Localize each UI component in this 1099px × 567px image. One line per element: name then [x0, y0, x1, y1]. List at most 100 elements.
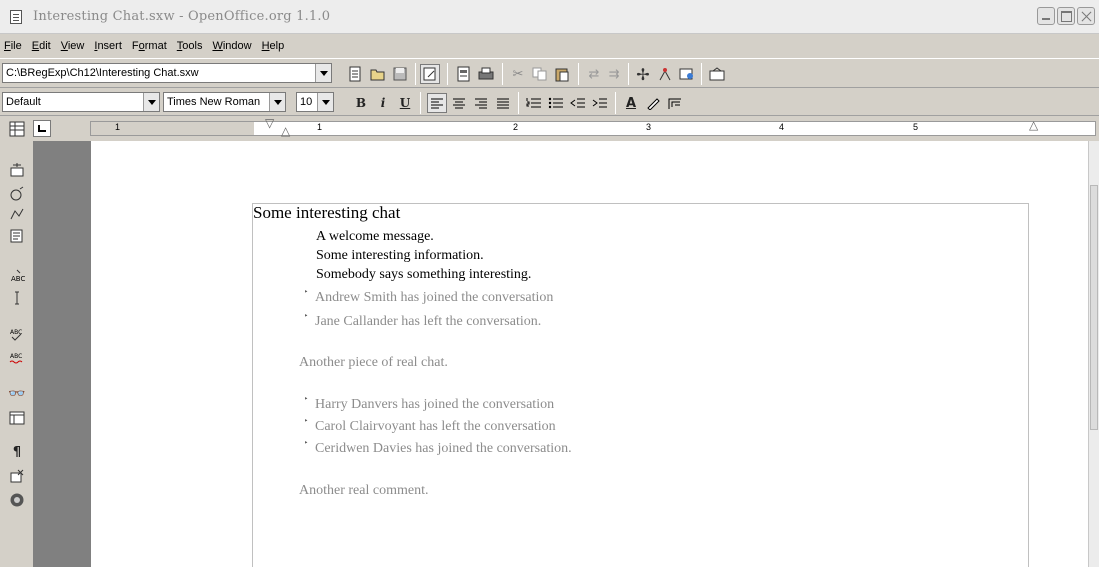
scrollbar-thumb[interactable]: [1090, 185, 1098, 430]
export-pdf-icon[interactable]: [454, 64, 474, 84]
minimize-icon[interactable]: [1037, 7, 1055, 25]
object-bar: B i U A: [0, 90, 1099, 116]
ruler-number: 5: [913, 122, 919, 132]
bullet-marker-icon: ‣: [304, 288, 309, 296]
menu-edit[interactable]: Edit: [32, 40, 51, 52]
data-sources-panel-icon[interactable]: [7, 409, 27, 427]
system-message[interactable]: Harry Danvers has joined the conversatio…: [315, 395, 554, 414]
bullets-icon[interactable]: [546, 93, 566, 113]
highlighting-icon[interactable]: [643, 93, 663, 113]
text-cursor-icon[interactable]: [7, 289, 27, 307]
menu-help[interactable]: Help: [262, 40, 285, 52]
menu-insert[interactable]: Insert: [94, 40, 122, 52]
horizontal-ruler[interactable]: 1 ▽ △ 1 2 3 4 5 △: [90, 116, 1096, 138]
menu-tools[interactable]: Tools: [177, 40, 203, 52]
ruler-number: 4: [779, 122, 785, 132]
align-left-icon[interactable]: [427, 93, 447, 113]
new-document-icon[interactable]: [346, 64, 366, 84]
spellcheck-icon[interactable]: ABC: [7, 325, 27, 343]
copy-icon[interactable]: [530, 64, 550, 84]
main-toolbar: ABC ABC ABC 👓 ¶: [0, 141, 33, 567]
toolbar-toggle-icon[interactable]: [9, 121, 27, 138]
numbering-icon[interactable]: [524, 93, 544, 113]
document-path-combobox[interactable]: [2, 63, 332, 83]
find-replace-icon[interactable]: 👓: [7, 385, 27, 403]
document-line[interactable]: A welcome message.: [316, 227, 434, 246]
document-line[interactable]: Some interesting information.: [316, 246, 484, 265]
vertical-scrollbar[interactable]: [1088, 141, 1099, 567]
left-margin-marker-icon[interactable]: △: [281, 124, 290, 138]
insert-fields-icon[interactable]: [7, 185, 27, 203]
system-message[interactable]: Carol Clairvoyant has left the conversat…: [315, 417, 556, 436]
increase-indent-icon[interactable]: [590, 93, 610, 113]
menu-window[interactable]: Window: [212, 40, 251, 52]
menu-format[interactable]: Format: [132, 40, 167, 52]
chevron-down-icon[interactable]: [143, 93, 159, 111]
navigator-icon[interactable]: ✢: [633, 64, 653, 84]
tab-stop-type-icon[interactable]: [33, 120, 51, 137]
document-app-icon[interactable]: [10, 10, 22, 24]
menu-bar: File Edit View Insert Format Tools Windo…: [0, 35, 1099, 56]
document-heading[interactable]: Some interesting chat: [253, 203, 400, 222]
edit-file-icon[interactable]: [420, 64, 440, 84]
system-message[interactable]: Ceridwen Davies has joined the conversat…: [315, 439, 572, 458]
plugin-icon[interactable]: [7, 491, 27, 509]
decrease-indent-icon[interactable]: [568, 93, 588, 113]
close-icon[interactable]: [1077, 7, 1095, 25]
svg-text:ABC: ABC: [11, 275, 25, 283]
system-message[interactable]: Andrew Smith has joined the conversation: [315, 288, 553, 307]
right-margin-marker-icon[interactable]: △: [1029, 118, 1038, 132]
open-icon[interactable]: [368, 64, 388, 84]
chevron-down-icon[interactable]: [317, 93, 333, 111]
title-bar: Interesting Chat.sxw - OpenOffice.org 1.…: [0, 0, 1099, 34]
paragraph-style-combobox[interactable]: [2, 92, 160, 112]
document-path-input[interactable]: [3, 64, 313, 82]
insert-object-icon[interactable]: [7, 205, 27, 223]
autopilot-icon[interactable]: ABC: [7, 267, 27, 285]
font-name-input[interactable]: [164, 93, 269, 111]
justify-icon[interactable]: [493, 93, 513, 113]
page-margin-area: [33, 141, 91, 567]
window-title: Interesting Chat.sxw - OpenOffice.org 1.…: [33, 9, 331, 24]
undo-icon[interactable]: ⇄: [584, 64, 604, 84]
italic-button[interactable]: i: [373, 93, 393, 113]
paragraph-style-input[interactable]: [3, 93, 143, 111]
paste-icon[interactable]: [552, 64, 572, 84]
align-center-icon[interactable]: [449, 93, 469, 113]
font-color-button[interactable]: A: [621, 93, 641, 113]
chat-line[interactable]: Another piece of real chat.: [299, 353, 448, 372]
insert-icon[interactable]: [7, 161, 27, 179]
function-bar: ✂ ⇄ ⇉ ✢: [0, 58, 1099, 88]
font-size-combobox[interactable]: [296, 92, 334, 112]
stylist-icon[interactable]: [655, 64, 675, 84]
gallery-icon[interactable]: [677, 64, 697, 84]
ruler-number: 2: [513, 122, 519, 132]
document-canvas[interactable]: Some interesting chat A welcome message.…: [91, 141, 1088, 567]
font-name-combobox[interactable]: [163, 92, 286, 112]
indent-marker-icon[interactable]: ▽: [265, 116, 274, 130]
redo-icon[interactable]: ⇉: [604, 64, 624, 84]
formatting-marks-icon[interactable]: ¶: [7, 443, 27, 461]
save-icon[interactable]: [390, 64, 410, 84]
maximize-icon[interactable]: [1057, 7, 1075, 25]
print-icon[interactable]: [476, 64, 496, 84]
document-line[interactable]: Somebody says something interesting.: [316, 265, 531, 284]
chevron-down-icon[interactable]: [269, 93, 285, 111]
system-message[interactable]: Jane Callander has left the conversation…: [315, 312, 541, 331]
show-draw-functions-icon[interactable]: [7, 227, 27, 245]
paragraph-background-icon[interactable]: [665, 93, 685, 113]
window-controls: [1037, 7, 1095, 25]
chevron-down-icon[interactable]: [315, 64, 331, 82]
data-sources-icon[interactable]: [707, 64, 727, 84]
svg-text:ABC: ABC: [10, 353, 22, 360]
menu-view[interactable]: View: [61, 40, 85, 52]
align-right-icon[interactable]: [471, 93, 491, 113]
chat-line[interactable]: Another real comment.: [299, 481, 428, 500]
auto-spellcheck-icon[interactable]: ABC: [7, 349, 27, 367]
underline-button[interactable]: U: [395, 93, 415, 113]
cut-icon[interactable]: ✂: [508, 64, 528, 84]
font-size-input[interactable]: [297, 93, 317, 111]
menu-file[interactable]: File: [4, 40, 22, 52]
online-layout-icon[interactable]: [7, 467, 27, 485]
bold-button[interactable]: B: [351, 93, 371, 113]
